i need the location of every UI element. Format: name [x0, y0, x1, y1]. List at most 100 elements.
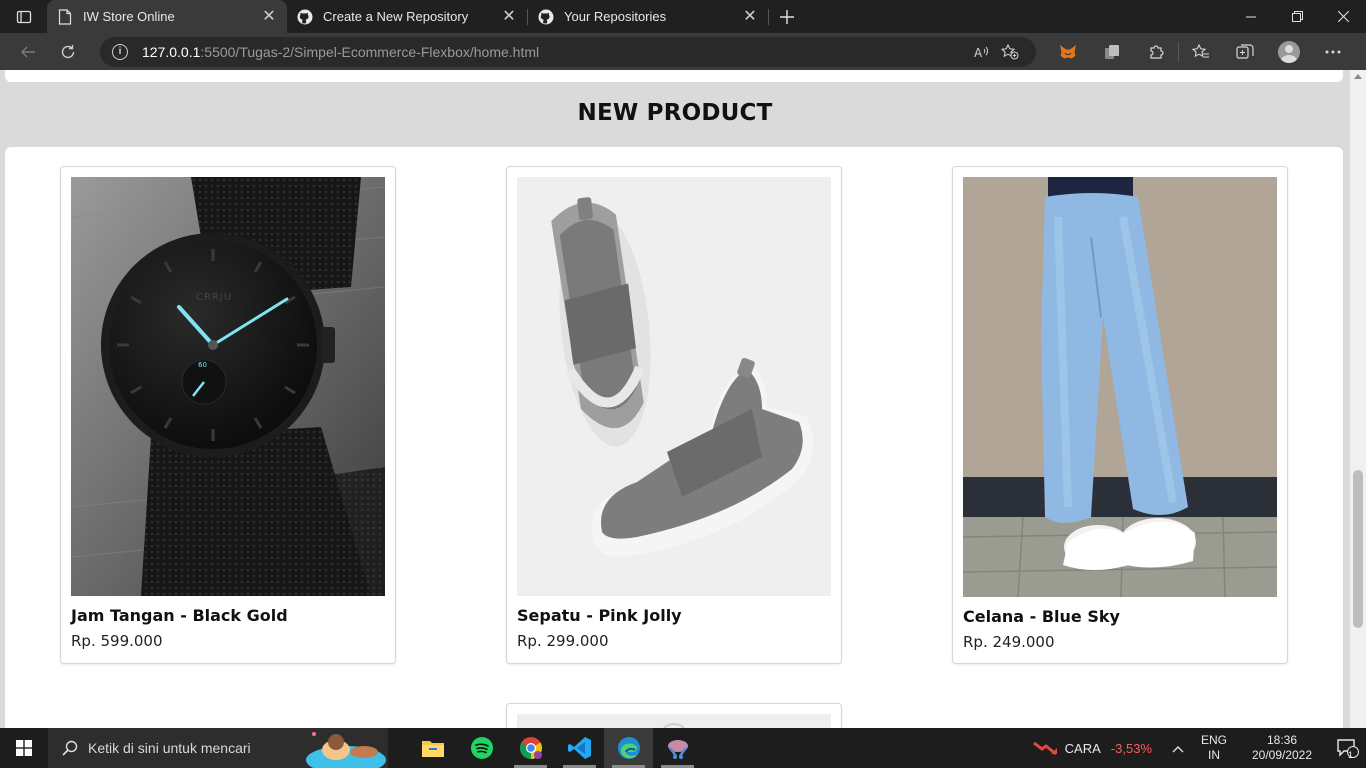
vscode-icon: [567, 737, 591, 759]
chrome-app[interactable]: [506, 728, 555, 768]
refresh-button[interactable]: [48, 36, 88, 68]
start-button[interactable]: [0, 728, 48, 768]
clock[interactable]: 18:36 20/09/2022: [1244, 733, 1320, 763]
product-card[interactable]: Celana - Blue Sky Rp. 249.000: [952, 166, 1288, 664]
stock-down-icon: [1032, 741, 1057, 756]
spotify-app[interactable]: [457, 728, 506, 768]
tab-title: Create a New Repository: [323, 9, 469, 24]
scrollbar-thumb[interactable]: [1353, 470, 1363, 628]
arrow-left-icon: [21, 46, 35, 57]
search-icon: [62, 740, 78, 756]
clock-date: 20/09/2022: [1251, 748, 1313, 762]
close-icon[interactable]: ✕: [261, 8, 277, 25]
tab-your-repositories[interactable]: Your Repositories ✕: [528, 0, 768, 33]
product-image[interactable]: [517, 714, 831, 728]
product-name[interactable]: Sepatu - Pink Jolly: [517, 606, 682, 625]
snipping-tool-icon: [667, 740, 688, 759]
show-hidden-icons-button[interactable]: [1166, 741, 1190, 756]
section-title: NEW PRODUCT: [577, 100, 773, 126]
restore-icon: [1291, 11, 1303, 22]
url-path: :5500/Tugas-2/Simpel-Ecommerce-Flexbox/h…: [200, 43, 540, 60]
folder-icon: [421, 741, 444, 757]
collections-extension-icon[interactable]: [1090, 36, 1134, 68]
ellipsis-icon: [1325, 50, 1341, 53]
snipping-tool-app[interactable]: [653, 728, 702, 768]
vscode-app[interactable]: [555, 728, 604, 768]
page-icon: [57, 8, 73, 25]
minimize-icon: [1246, 16, 1256, 17]
extensions-area: [1046, 36, 1355, 68]
notification-count: 1: [1348, 750, 1354, 760]
close-icon[interactable]: ✕: [742, 8, 758, 25]
stock-widget[interactable]: CARA -3,53%: [1032, 740, 1152, 756]
svg-text:A: A: [974, 46, 983, 59]
url-text[interactable]: 127.0.0.1:5500/Tugas-2/Simpel-Ecommerce-…: [142, 44, 968, 60]
close-icon: [1337, 11, 1349, 22]
windows-taskbar: Ketik di sini untuk mencari CARA -3,53% …: [0, 728, 1366, 768]
chrome-icon: [519, 737, 542, 759]
stock-change: -3,53%: [1110, 740, 1152, 756]
product-card[interactable]: Sepatu - Pink Jolly Rp. 299.000: [506, 166, 842, 664]
language-indicator[interactable]: ENG IN: [1196, 733, 1232, 763]
address-bar[interactable]: i 127.0.0.1:5500/Tugas-2/Simpel-Ecommerc…: [100, 36, 1036, 67]
add-favorite-icon[interactable]: [996, 40, 1024, 64]
page-viewport: NEW PRODUCT CRRJU 60 Jam Tangan - Black …: [0, 70, 1350, 728]
clock-time: 18:36: [1266, 733, 1298, 747]
scroll-up-arrow[interactable]: [1354, 74, 1362, 79]
read-aloud-icon[interactable]: A: [968, 40, 996, 64]
taskbar-search[interactable]: Ketik di sini untuk mencari: [48, 728, 388, 768]
plus-icon: [780, 9, 794, 24]
product-card[interactable]: CRRJU 60 Jam Tangan - Black Gold Rp. 599…: [60, 166, 396, 664]
more-options-button[interactable]: [1311, 36, 1355, 68]
notification-center-button[interactable]: 1: [1330, 738, 1366, 760]
product-image-watch[interactable]: CRRJU 60: [71, 177, 385, 596]
restore-button[interactable]: [1274, 0, 1320, 33]
tab-iw-store-online[interactable]: IW Store Online ✕: [47, 0, 287, 33]
avatar: [1278, 40, 1300, 63]
tab-title: Your Repositories: [564, 9, 667, 24]
tab-actions-button[interactable]: [0, 0, 47, 33]
close-window-button[interactable]: [1320, 0, 1366, 33]
stock-name: CARA: [1064, 740, 1101, 756]
info-icon[interactable]: i: [112, 43, 128, 60]
language-code: ENG: [1200, 733, 1227, 747]
file-explorer-app[interactable]: [408, 728, 457, 768]
svg-text:CRRJU: CRRJU: [196, 292, 232, 303]
window-controls: [1228, 0, 1366, 33]
github-icon: [297, 9, 313, 25]
product-price: Rp. 299.000: [517, 632, 609, 650]
region-code: IN: [1208, 748, 1220, 762]
favorites-icon[interactable]: [1179, 36, 1223, 68]
windows-logo-icon: [16, 740, 32, 756]
previous-section-bottom: [5, 70, 1343, 82]
github-icon: [538, 9, 554, 25]
taskbar-apps: [408, 728, 702, 768]
minimize-button[interactable]: [1228, 0, 1274, 33]
collections-icon[interactable]: [1223, 36, 1267, 68]
url-host: 127.0.0.1: [142, 43, 201, 60]
close-icon[interactable]: ✕: [501, 8, 517, 25]
product-card[interactable]: [506, 703, 842, 728]
product-price: Rp. 599.000: [71, 632, 163, 650]
tab-create-new-repository[interactable]: Create a New Repository ✕: [287, 0, 527, 33]
new-tab-button[interactable]: [769, 0, 805, 33]
search-highlight-illustration: [306, 732, 386, 768]
back-button[interactable]: [8, 36, 48, 68]
metamask-fox-icon[interactable]: [1046, 36, 1090, 68]
system-tray: CARA -3,53% ENG IN 18:36 20/09/2022 1: [1032, 728, 1366, 768]
product-image-shoes[interactable]: [517, 177, 831, 596]
browser-tab-strip: IW Store Online ✕ Create a New Repositor…: [0, 0, 1366, 33]
puzzle-extensions-icon[interactable]: [1134, 36, 1178, 68]
edge-app[interactable]: [604, 728, 653, 768]
product-name[interactable]: Jam Tangan - Black Gold: [71, 606, 288, 625]
product-name[interactable]: Celana - Blue Sky: [963, 607, 1120, 626]
product-panel: CRRJU 60 Jam Tangan - Black Gold Rp. 599…: [5, 147, 1343, 728]
browser-toolbar: i 127.0.0.1:5500/Tugas-2/Simpel-Ecommerc…: [0, 33, 1366, 70]
product-image-jeans[interactable]: [963, 177, 1277, 597]
product-price: Rp. 249.000: [963, 633, 1055, 651]
chevron-up-icon: [1172, 745, 1184, 752]
spotify-icon: [470, 737, 493, 759]
tab-actions-icon: [16, 10, 31, 23]
profile-button[interactable]: [1267, 36, 1311, 68]
page-scrollbar[interactable]: [1350, 70, 1366, 728]
